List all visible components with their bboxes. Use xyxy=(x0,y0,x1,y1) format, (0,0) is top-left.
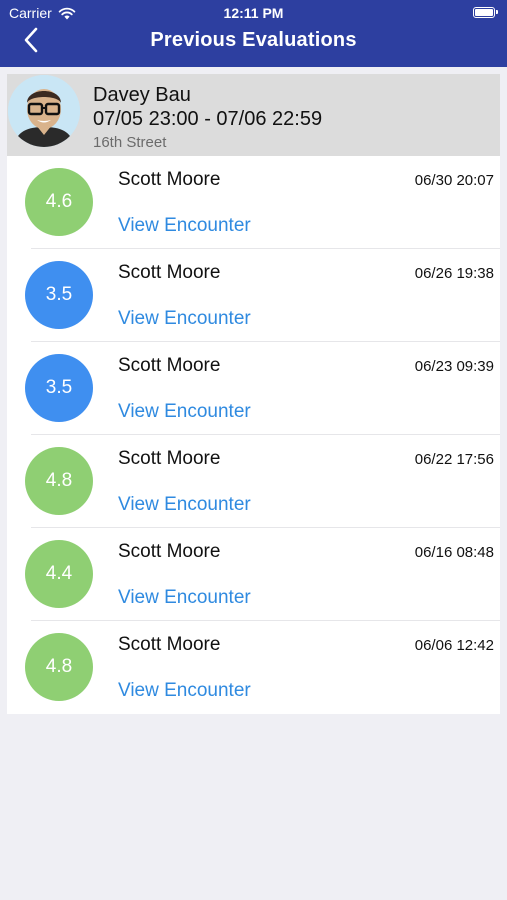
battery-icon xyxy=(473,7,498,18)
evaluator-name: Scott Moore xyxy=(118,169,221,190)
profile-date-range: 07/05 23:00 - 07/06 22:59 xyxy=(93,108,323,130)
evaluation-date: 06/06 12:42 xyxy=(414,637,494,654)
list-item[interactable]: 4.4 Scott Moore 06/16 08:48 View Encount… xyxy=(7,528,500,621)
status-time: 12:11 PM xyxy=(223,5,284,21)
evaluation-date: 06/23 09:39 xyxy=(414,358,494,375)
evaluation-date: 06/26 19:38 xyxy=(414,265,494,282)
evaluation-date: 06/16 08:48 xyxy=(414,544,494,561)
view-encounter-link[interactable]: View Encounter xyxy=(118,308,251,330)
list-item[interactable]: 3.5 Scott Moore 06/23 09:39 View Encount… xyxy=(7,342,500,435)
person-photo-icon xyxy=(8,75,80,147)
page-title: Previous Evaluations xyxy=(150,29,357,51)
list-item[interactable]: 3.5 Scott Moore 06/26 19:38 View Encount… xyxy=(7,249,500,342)
view-encounter-link[interactable]: View Encounter xyxy=(118,494,251,516)
evaluator-name: Scott Moore xyxy=(118,541,221,562)
profile-card: Davey Bau 07/05 23:00 - 07/06 22:59 16th… xyxy=(7,74,500,156)
main-content: Davey Bau 07/05 23:00 - 07/06 22:59 16th… xyxy=(7,67,500,900)
navigation-header: Carrier 12:11 PM Previous Evaluations xyxy=(0,0,507,67)
evaluation-date: 06/30 20:07 xyxy=(414,172,494,189)
list-item[interactable]: 4.8 Scott Moore 06/22 17:56 View Encount… xyxy=(7,435,500,528)
evaluator-name: Scott Moore xyxy=(118,634,221,655)
view-encounter-link[interactable]: View Encounter xyxy=(118,680,251,702)
evaluator-name: Scott Moore xyxy=(118,262,221,283)
score-badge: 4.8 xyxy=(25,633,93,701)
evaluation-list: 4.6 Scott Moore 06/30 20:07 View Encount… xyxy=(7,156,500,714)
view-encounter-link[interactable]: View Encounter xyxy=(118,587,251,609)
score-badge: 4.6 xyxy=(25,168,93,236)
score-badge: 4.4 xyxy=(25,540,93,608)
list-item[interactable]: 4.6 Scott Moore 06/30 20:07 View Encount… xyxy=(7,156,500,249)
evaluation-date: 06/22 17:56 xyxy=(414,451,494,468)
avatar xyxy=(8,75,80,147)
view-encounter-link[interactable]: View Encounter xyxy=(118,215,251,237)
view-encounter-link[interactable]: View Encounter xyxy=(118,401,251,423)
score-badge: 3.5 xyxy=(25,354,93,422)
list-item[interactable]: 4.8 Scott Moore 06/06 12:42 View Encount… xyxy=(7,621,500,714)
profile-location: 16th Street xyxy=(93,134,167,151)
status-bar: Carrier 12:11 PM xyxy=(0,0,507,26)
evaluator-name: Scott Moore xyxy=(118,448,221,469)
profile-name: Davey Bau xyxy=(93,84,191,106)
score-badge: 3.5 xyxy=(25,261,93,329)
score-badge: 4.8 xyxy=(25,447,93,515)
evaluator-name: Scott Moore xyxy=(118,355,221,376)
